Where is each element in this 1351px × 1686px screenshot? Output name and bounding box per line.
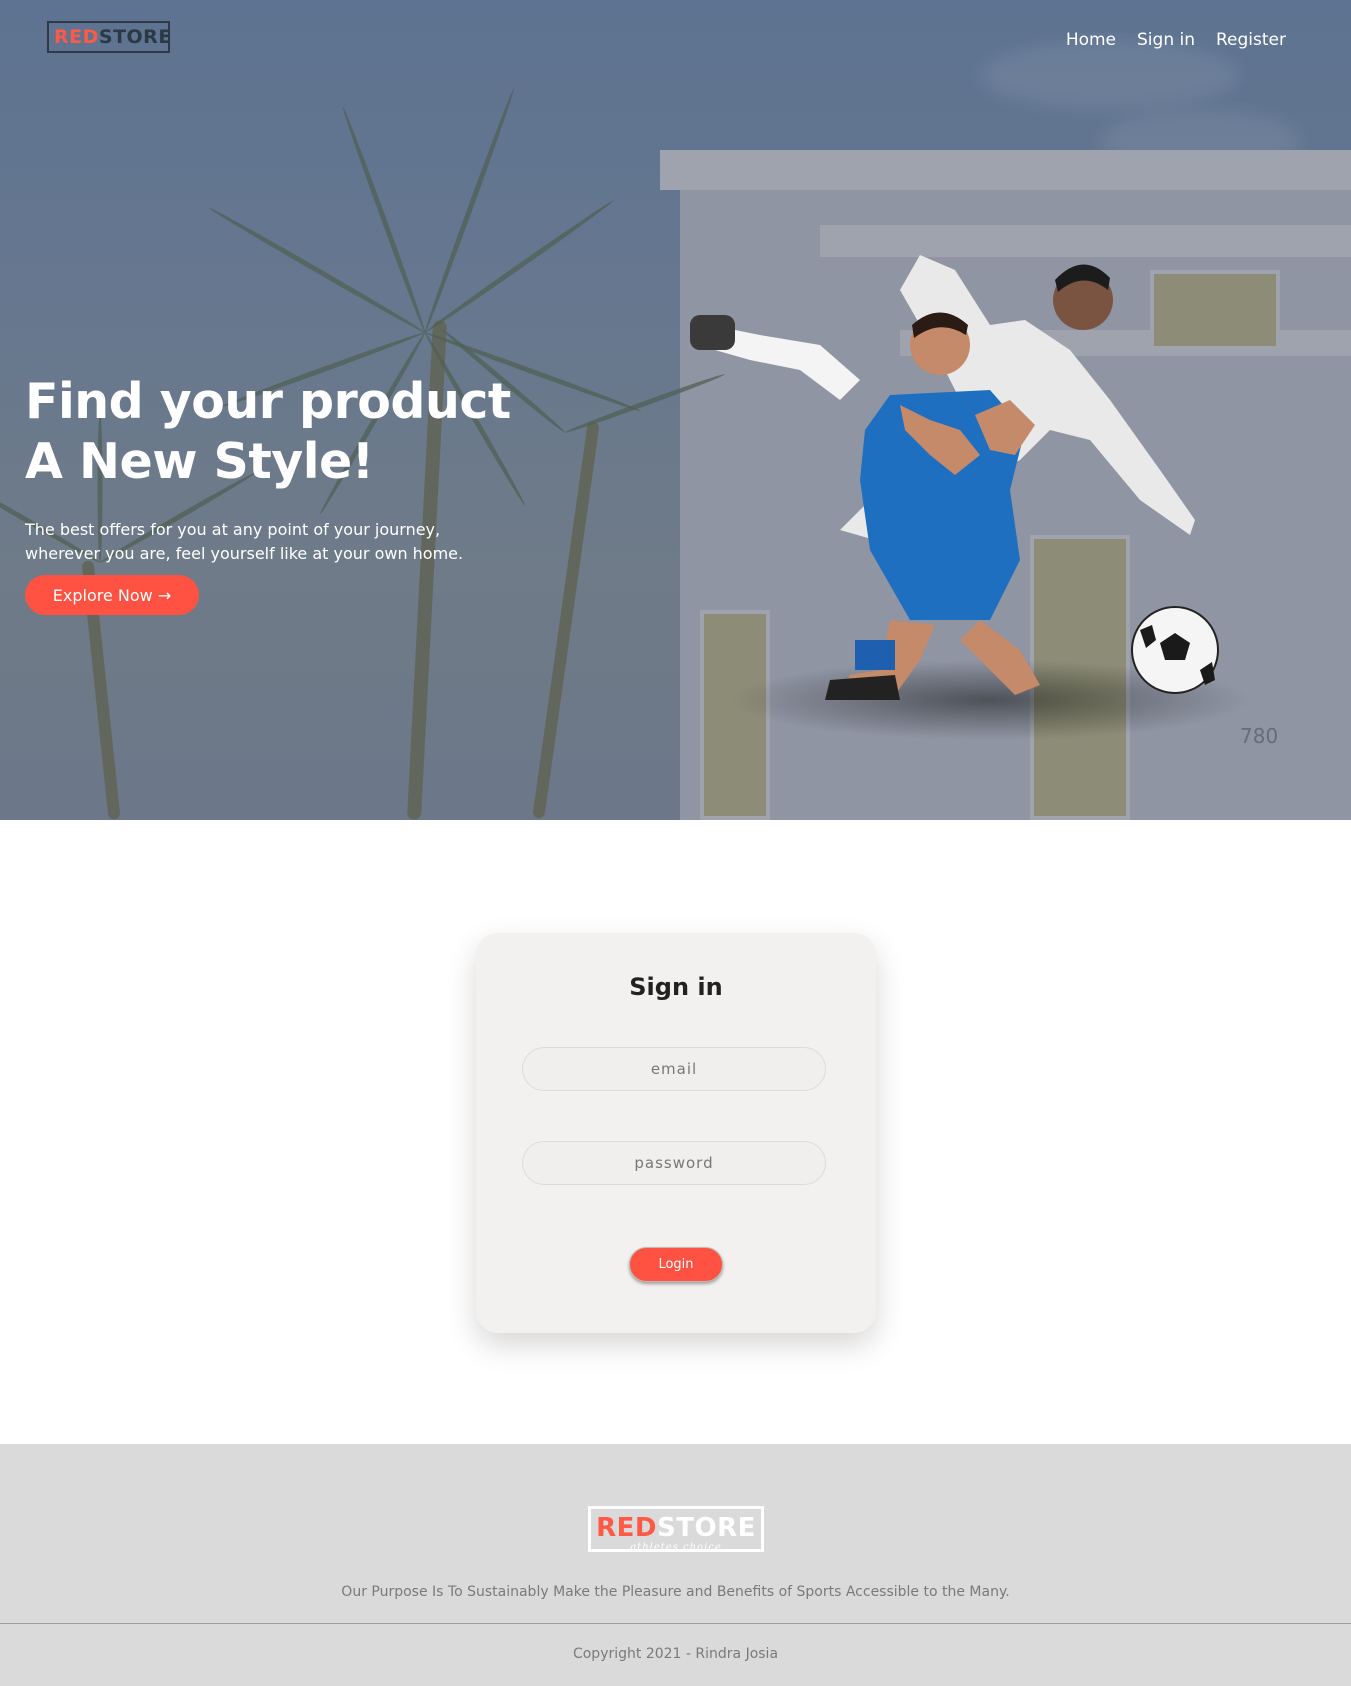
footer-logo-red-text: RED bbox=[596, 1513, 657, 1543]
hero-description: The best offers for you at any point of … bbox=[25, 518, 495, 566]
store-logo[interactable]: RED STORE bbox=[47, 21, 172, 53]
nav-home-link[interactable]: Home bbox=[1066, 30, 1116, 50]
password-input[interactable] bbox=[522, 1141, 826, 1185]
image-watermark: 780 bbox=[1240, 724, 1279, 748]
footer-logo-white-text: STORE bbox=[657, 1513, 756, 1543]
explore-now-button[interactable]: Explore Now → bbox=[25, 575, 199, 615]
football-players-image bbox=[690, 255, 1250, 740]
cloud bbox=[980, 40, 1240, 110]
footer-divider bbox=[0, 1623, 1351, 1624]
hero-title-line: A New Style! bbox=[25, 433, 374, 490]
email-input[interactable] bbox=[522, 1047, 826, 1091]
hero-description-line: The best offers for you at any point of … bbox=[25, 520, 441, 539]
signin-card: Sign in Login bbox=[476, 933, 876, 1333]
footer: REDSTORE athletes choice Our Purpose Is … bbox=[0, 1444, 1351, 1686]
logo-red-text: RED bbox=[54, 26, 99, 48]
main-nav: Home Sign in Register bbox=[1066, 30, 1286, 50]
login-button[interactable]: Login bbox=[629, 1247, 723, 1282]
palm-trunk bbox=[532, 421, 600, 819]
hero-title: Find your product A New Style! bbox=[25, 372, 511, 492]
logo-dark-text: STORE bbox=[98, 26, 172, 48]
copyright-text: Copyright 2021 - Rindra Josia bbox=[572, 1646, 779, 1662]
nav-register-link[interactable]: Register bbox=[1216, 30, 1286, 50]
footer-logo: REDSTORE athletes choice bbox=[588, 1506, 764, 1553]
nav-signin-link[interactable]: Sign in bbox=[1137, 30, 1195, 50]
hero-title-line: Find your product bbox=[25, 373, 511, 430]
footer-purpose-text: Our Purpose Is To Sustainably Make the P… bbox=[341, 1584, 1010, 1600]
signin-title: Sign in bbox=[629, 973, 723, 1001]
footer-logo-tagline: athletes choice bbox=[630, 1542, 722, 1553]
hero-banner: RED STORE Home Sign in Register Find your… bbox=[0, 0, 1351, 820]
hero-description-line: wherever you are, feel yourself like at … bbox=[25, 544, 464, 563]
building-roof bbox=[660, 150, 1351, 190]
